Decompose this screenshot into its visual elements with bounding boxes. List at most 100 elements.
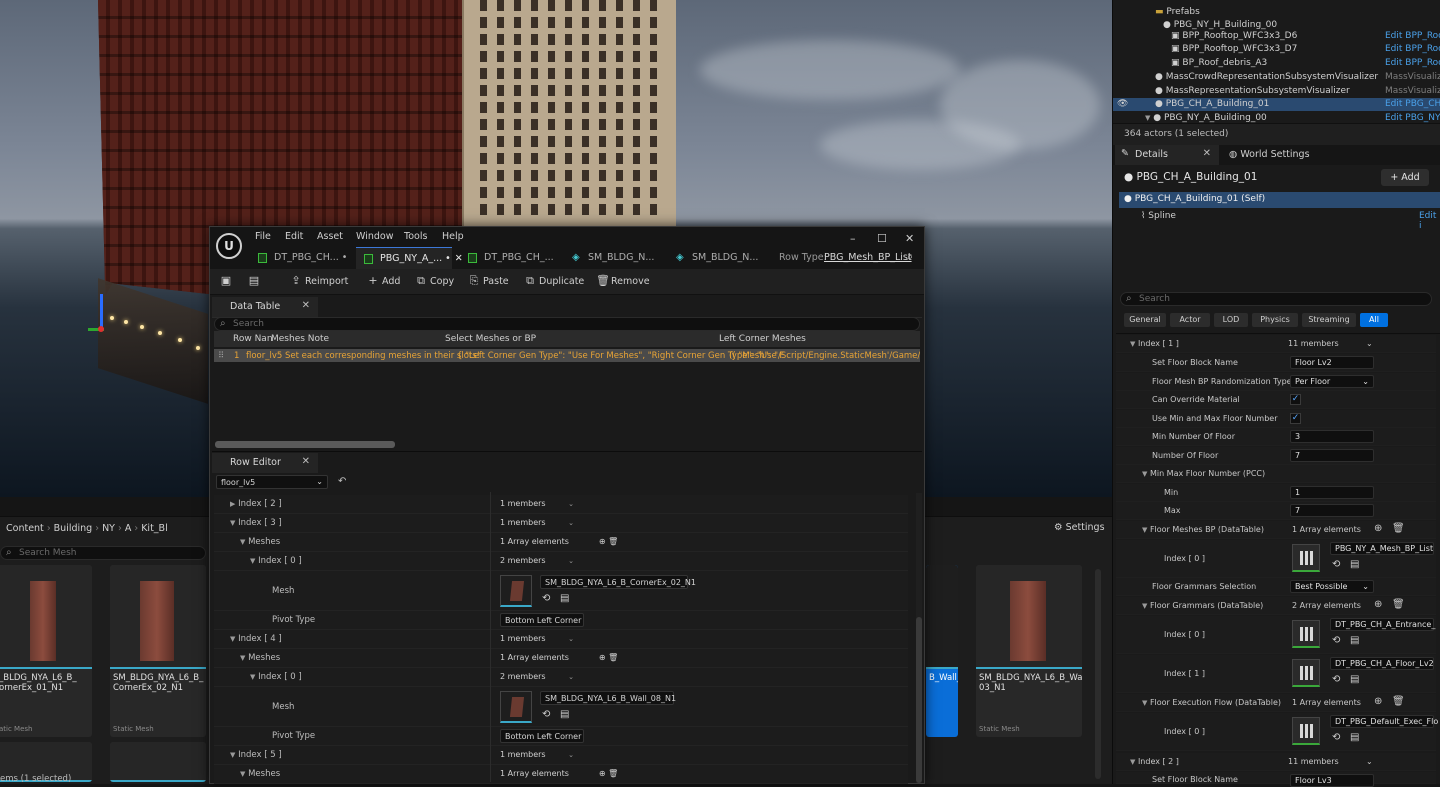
- asset-card[interactable]: SM_BLDG_NYA_L6_B_Wall_ 03_N1 Static Mesh: [976, 565, 1082, 737]
- property-row[interactable]: Index [ 1 ] DT_PBG_CH_A_Floor_Lv2 ⟲ ▤: [1116, 655, 1436, 693]
- reset-arrow-icon[interactable]: ↶: [338, 476, 346, 487]
- tab-document-active[interactable]: PBG_NY_A_... • ✕: [356, 247, 463, 269]
- row-select-dropdown[interactable]: floor_lv5 ⌄: [216, 475, 328, 489]
- property-row[interactable]: Max 7: [1116, 502, 1436, 520]
- browse-folder-icon[interactable]: ▤: [560, 593, 569, 604]
- chevron-down-icon[interactable]: ▼: [1130, 758, 1135, 766]
- component-row[interactable]: ⌇ Spline Edit i: [1119, 209, 1440, 231]
- visibility-eye-icon[interactable]: 👁: [1117, 99, 1128, 109]
- chevron-down-icon[interactable]: ▼: [250, 557, 255, 565]
- datatable-search-input[interactable]: ⌕ Search: [214, 317, 920, 331]
- chevron-down-icon[interactable]: ⌄: [568, 673, 574, 681]
- property-row[interactable]: Index [ 0 ] PBG_NY_A_Mesh_BP_List ⟲ ▤: [1116, 540, 1436, 578]
- trash-icon[interactable]: 🗑: [608, 653, 618, 662]
- tab-document[interactable]: ◈ SM_BLDG_N...: [564, 247, 664, 269]
- browse-arrow-icon[interactable]: ⟲: [1332, 674, 1340, 685]
- trash-icon[interactable]: 🗑: [1392, 523, 1405, 534]
- breadcrumb-item[interactable]: Kit_Bl: [141, 523, 168, 534]
- column-header[interactable]: Left Corner Meshes: [719, 334, 806, 344]
- table-row[interactable]: ⠿ 1 floor_lv5 Set each corresponding mes…: [214, 349, 920, 362]
- outliner-row[interactable]: ▬ Prefabs: [1113, 6, 1440, 19]
- property-row[interactable]: Pivot Type Bottom Left Corner: [214, 727, 908, 746]
- outliner-row[interactable]: ● MassRepresentationSubsystemVisualizer M…: [1113, 85, 1440, 98]
- property-row[interactable]: Min Number Of Floor 3: [1116, 428, 1436, 446]
- property-row[interactable]: ▼ Meshes 1 Array elements ⊕ 🗑: [214, 533, 908, 552]
- component-row-selected[interactable]: ● PBG_CH_A_Building_01 (Self): [1119, 192, 1440, 208]
- asset-card[interactable]: _BLDG_NYA_L6_B_ ornerEx_01_N1 atic Mesh: [0, 565, 92, 737]
- breadcrumb-item[interactable]: A: [125, 523, 132, 534]
- remove-row-button[interactable]: 🗑Remove: [596, 274, 650, 287]
- asset-card-selected[interactable]: B_Wall_: [926, 565, 958, 737]
- use-min-max-checkbox[interactable]: ✓: [1290, 413, 1301, 424]
- chevron-down-icon[interactable]: ⌄: [568, 557, 574, 565]
- floor-block-name-input[interactable]: Floor Lv2: [1290, 356, 1374, 369]
- property-row[interactable]: ▼ Index [ 4 ] 1 members ⌄: [214, 630, 908, 649]
- close-icon[interactable]: ✕: [905, 232, 914, 245]
- chevron-down-icon[interactable]: ⌄: [1366, 339, 1373, 348]
- filter-physics[interactable]: Physics: [1252, 313, 1298, 327]
- randomization-dropdown[interactable]: Per Floor ⌄: [1290, 375, 1374, 388]
- exec-flow-picker[interactable]: DT_PBG_Default_Exec_Flo: [1330, 715, 1438, 728]
- chevron-down-icon[interactable]: ▼: [240, 770, 245, 778]
- floor-block-name-input[interactable]: Floor Lv3: [1290, 774, 1374, 787]
- datatable-thumbnail[interactable]: [1292, 544, 1320, 572]
- asset-card[interactable]: [110, 742, 206, 782]
- menu-help[interactable]: Help: [442, 231, 464, 242]
- add-component-button[interactable]: + Add: [1381, 169, 1429, 186]
- browse-folder-icon[interactable]: ▤: [1350, 635, 1359, 646]
- chevron-down-icon[interactable]: ▼: [250, 673, 255, 681]
- property-row[interactable]: Set Floor Block Name Floor Lv2: [1116, 354, 1436, 372]
- grammar-selection-dropdown[interactable]: Best Possible ⌄: [1290, 580, 1374, 593]
- menu-asset[interactable]: Asset: [317, 231, 343, 242]
- mesh-asset-picker[interactable]: SM_BLDG_NYA_L6_B_CornerEx_02_N1: [540, 575, 696, 589]
- chevron-down-icon[interactable]: ⌄: [1366, 757, 1373, 766]
- copy-row-button[interactable]: ⧉ Copy: [415, 274, 454, 288]
- property-row[interactable]: ▼ Index [ 0 ] 2 members ⌄: [214, 668, 908, 687]
- grammar-picker[interactable]: DT_PBG_CH_A_Entrance_: [1330, 618, 1435, 631]
- outliner-row[interactable]: ▣ BP_Roof_debris_A3Edit BPP_Roof: [1113, 57, 1440, 70]
- add-element-icon[interactable]: ⊕: [1374, 696, 1382, 707]
- row-editor-scrollbar[interactable]: [916, 617, 922, 783]
- datatable-thumbnail[interactable]: [1292, 717, 1320, 745]
- add-element-icon[interactable]: ⊕: [1374, 523, 1382, 534]
- trash-icon[interactable]: 🗑: [1392, 599, 1405, 610]
- max-input[interactable]: 7: [1290, 504, 1374, 517]
- browse-arrow-icon[interactable]: ⟲: [1332, 732, 1340, 743]
- browse-arrow-icon[interactable]: ⟲: [542, 593, 550, 604]
- breadcrumb-item[interactable]: Content: [6, 523, 44, 534]
- pivot-type-dropdown[interactable]: Bottom Left Corner: [500, 729, 584, 743]
- property-row[interactable]: ▼ Index [ 0 ] 2 members ⌄: [214, 552, 908, 571]
- trash-icon[interactable]: 🗑: [608, 769, 618, 778]
- filter-actor[interactable]: Actor: [1170, 313, 1210, 327]
- reimport-button[interactable]: ⇪ Reimport: [290, 274, 348, 287]
- chevron-down-icon[interactable]: ▼: [230, 635, 235, 643]
- grammar-picker[interactable]: DT_PBG_CH_A_Floor_Lv2: [1330, 657, 1434, 670]
- add-element-icon[interactable]: ⊕: [599, 537, 606, 546]
- browse-folder-icon[interactable]: ▤: [560, 709, 569, 720]
- property-row[interactable]: ▼ Index [ 2 ] 11 members ⌄: [1116, 753, 1436, 771]
- asset-card[interactable]: SM_BLDG_NYA_L6_B_ CornerEx_02_N1 Static …: [110, 565, 206, 737]
- settings-button[interactable]: ⚙ Settings: [1054, 522, 1105, 533]
- property-row[interactable]: Min 1: [1116, 484, 1436, 502]
- outliner-row[interactable]: ● MassCrowdRepresentationSubsystemVisual…: [1113, 71, 1440, 84]
- column-header[interactable]: Select Meshes or BP: [445, 334, 536, 344]
- property-row[interactable]: ▼ Floor Grammars (DataTable) 2 Array ele…: [1116, 597, 1436, 615]
- floor-meshes-picker[interactable]: PBG_NY_A_Mesh_BP_List: [1330, 542, 1434, 555]
- duplicate-row-button[interactable]: ⧉ Duplicate: [524, 274, 584, 288]
- close-icon[interactable]: ✕: [1203, 148, 1211, 159]
- add-row-button[interactable]: + Add: [367, 274, 400, 287]
- filter-lod[interactable]: LOD: [1214, 313, 1248, 327]
- chevron-down-icon[interactable]: ▼: [230, 519, 235, 527]
- outliner-row[interactable]: ▣ BPP_Rooftop_WFC3x3_D6 Edit BPP_Roo: [1113, 30, 1440, 43]
- pivot-type-dropdown[interactable]: Bottom Left Corner: [500, 613, 584, 627]
- close-icon[interactable]: ✕: [302, 300, 310, 311]
- filter-general[interactable]: General: [1124, 313, 1166, 327]
- chevron-down-icon[interactable]: ▼: [1142, 699, 1147, 707]
- column-header[interactable]: Meshes Note: [271, 334, 329, 344]
- property-row[interactable]: ▼ Meshes 1 Array elements ⊕ 🗑: [214, 765, 908, 784]
- chevron-right-icon[interactable]: ▶: [230, 500, 235, 508]
- property-row[interactable]: ▶ Index [ 2 ] 1 members ⌄: [214, 495, 908, 514]
- tab-data-table[interactable]: Data Table ✕: [212, 297, 318, 317]
- mesh-asset-picker[interactable]: SM_BLDG_NYA_L6_B_Wall_08_N1: [540, 691, 676, 705]
- breadcrumb-item[interactable]: Building: [54, 523, 93, 534]
